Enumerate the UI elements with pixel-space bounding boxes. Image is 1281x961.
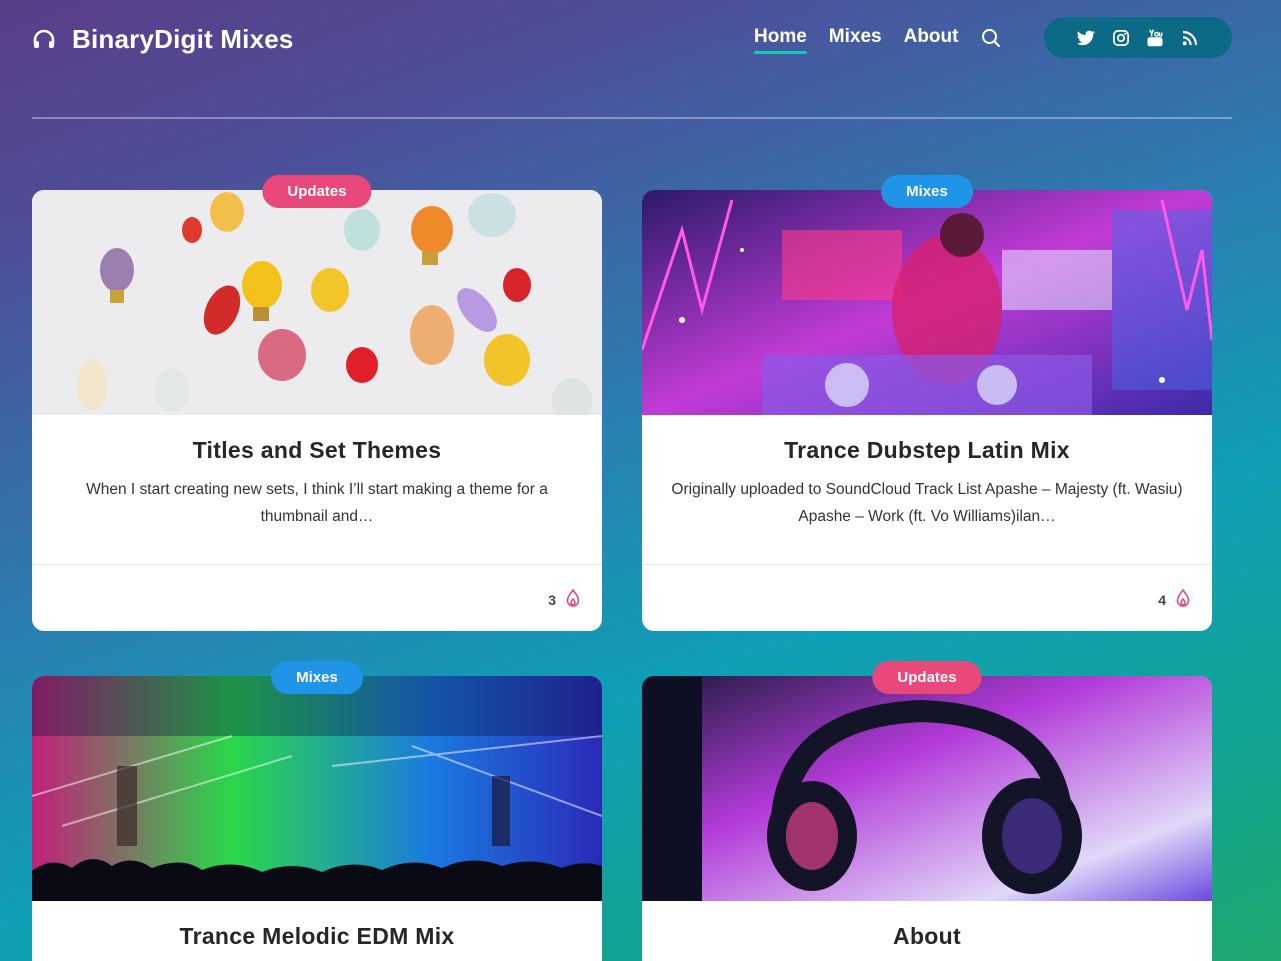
category-badge[interactable]: Mixes <box>271 661 363 694</box>
post-footer: 3 <box>32 564 602 631</box>
nav-mixes-link[interactable]: Mixes <box>829 26 882 52</box>
post-excerpt: Originally uploaded to SoundCloud Track … <box>671 481 1183 525</box>
post-title[interactable]: About <box>642 923 1212 950</box>
like-count: 4 <box>1158 591 1166 608</box>
twitter-icon[interactable] <box>1076 28 1096 48</box>
instagram-icon[interactable] <box>1111 28 1131 48</box>
like-button[interactable]: 3 <box>548 588 580 610</box>
category-badge[interactable]: Mixes <box>881 175 973 208</box>
site-title[interactable]: BinaryDigit Mixes <box>72 24 294 55</box>
rss-icon[interactable] <box>1180 28 1200 48</box>
social-links <box>1044 17 1232 58</box>
category-badge[interactable]: Updates <box>262 175 372 208</box>
headphones-photo-image[interactable] <box>642 676 1212 901</box>
post-title[interactable]: Titles and Set Themes <box>32 437 602 464</box>
post-card[interactable]: Updates Titles and Set Themes When I sta… <box>32 175 602 631</box>
flame-icon <box>566 588 580 610</box>
like-button[interactable]: 4 <box>1158 588 1190 610</box>
site-header: BinaryDigit Mixes Home Mixes About <box>0 0 1281 120</box>
post-card[interactable]: Mixes Trance Dubstep Latin Mix Originall… <box>642 175 1212 631</box>
post-footer: 4 <box>642 564 1212 631</box>
nav-home-link[interactable]: Home <box>754 26 807 54</box>
site-brand[interactable]: BinaryDigit Mixes <box>32 24 294 55</box>
category-badge[interactable]: Updates <box>872 661 982 694</box>
post-excerpt: When I start creating new sets, I think … <box>86 481 548 525</box>
light-bulbs-image[interactable] <box>32 190 602 415</box>
like-count: 3 <box>548 591 556 608</box>
post-title[interactable]: Trance Melodic EDM Mix <box>32 923 602 950</box>
post-card[interactable]: Mixes Trance Melodic EDM Mix <box>32 661 602 961</box>
header-divider <box>32 117 1232 119</box>
dj-neon-image[interactable] <box>642 190 1212 415</box>
concert-lights-image[interactable] <box>32 676 602 901</box>
youtube-icon[interactable] <box>1145 28 1165 48</box>
flame-icon <box>1176 588 1190 610</box>
main-nav: Home Mixes About <box>754 26 1002 54</box>
post-card[interactable]: Updates About <box>642 661 1212 961</box>
search-icon[interactable] <box>980 27 1002 49</box>
post-title[interactable]: Trance Dubstep Latin Mix <box>642 437 1212 464</box>
nav-about-link[interactable]: About <box>904 26 959 52</box>
headphones-icon <box>32 28 56 52</box>
